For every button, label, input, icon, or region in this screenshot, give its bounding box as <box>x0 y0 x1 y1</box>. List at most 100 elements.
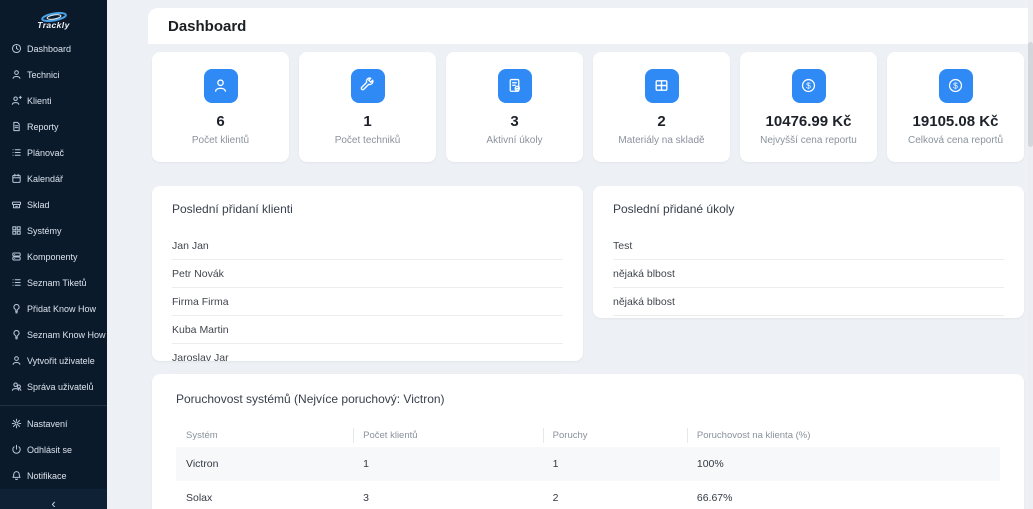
panels-row: Poslední přidaní klienti Jan Jan Petr No… <box>152 186 1024 372</box>
sidebar-item-dashboard[interactable]: Dashboard <box>0 36 107 62</box>
app-logo[interactable]: Trackly <box>0 0 107 36</box>
sidebar-item-label: Odhlásit se <box>27 444 73 455</box>
logout-power-icon <box>10 444 22 456</box>
stat-label: Celková cena reportů <box>907 134 1004 146</box>
client-list-item[interactable]: Jaroslav Jar <box>172 344 563 372</box>
table-header-row: Systém Počet klientů Poruchy Poruchovost… <box>176 424 1000 447</box>
sidebar-item-label: Nastavení <box>27 418 68 429</box>
sidebar-item-seznam-know-how[interactable]: Seznam Know How <box>0 322 107 348</box>
page-container: Dashboard 6 Počet klientů 1 Počet techni… <box>148 8 1033 509</box>
report-icon <box>10 121 22 133</box>
column-header-client-count[interactable]: Počet klientů <box>353 424 543 447</box>
stat-card-clients[interactable]: 6 Počet klientů <box>152 52 289 162</box>
sidebar-item-label: Reporty <box>27 121 59 132</box>
table-row-victron[interactable]: Victron 1 1 100% <box>176 447 1000 481</box>
clients-icon <box>10 95 22 107</box>
sidebar-item-klienti[interactable]: Klienti <box>0 88 107 114</box>
app-window: Trackly Dashboard Technici Klienti Repor… <box>0 0 1033 509</box>
column-header-system[interactable]: Systém <box>176 424 353 447</box>
stat-card-total-report-price[interactable]: $ 19105.08 Kč Celková cena reportů <box>887 52 1024 162</box>
fault-rate-table: Systém Počet klientů Poruchy Poruchovost… <box>176 424 1000 509</box>
sidebar-item-label: Systémy <box>27 225 62 236</box>
sidebar-item-vytvorit-uzivatele[interactable]: Vytvořit uživatele <box>0 348 107 374</box>
cell-client-count: 1 <box>363 458 369 470</box>
cell-system: Solax <box>186 492 213 504</box>
calendar-icon <box>10 173 22 185</box>
stat-label: Materiály na skladě <box>618 134 705 146</box>
stat-label: Nejvyšší cena reportu <box>760 134 857 146</box>
stat-card-max-report-price[interactable]: $ 10476.99 Kč Nejvyšší cena reportu <box>740 52 877 162</box>
task-list-item[interactable]: nějaká blbost <box>613 260 1004 288</box>
client-list-item[interactable]: Petr Novák <box>172 260 563 288</box>
systems-grid-icon <box>10 225 22 237</box>
sidebar-item-planovac[interactable]: Plánovač <box>0 140 107 166</box>
sidebar-item-label: Správa uživatelů <box>27 381 94 392</box>
scrollbar-thumb[interactable] <box>1028 42 1033 147</box>
stats-row: 6 Počet klientů 1 Počet techniků 3 Aktiv… <box>152 52 1024 162</box>
column-header-faults[interactable]: Poruchy <box>542 424 687 447</box>
recent-tasks-panel: Poslední přidané úkoly Test nějaká blbos… <box>593 186 1024 318</box>
page-title: Dashboard <box>168 18 247 35</box>
sidebar-item-sklad[interactable]: Sklad <box>0 192 107 218</box>
planner-list-icon <box>10 147 22 159</box>
stat-label: Aktivní úkoly <box>486 134 543 146</box>
sidebar-item-pridat-know-how[interactable]: Přidat Know How <box>0 296 107 322</box>
fault-rate-card: Poruchovost systémů (Nejvíce poruchový: … <box>152 374 1024 509</box>
technician-icon <box>10 69 22 81</box>
price-dollar-icon: $ <box>938 68 973 103</box>
sidebar-nav: Dashboard Technici Klienti Reporty Pláno… <box>0 36 107 489</box>
components-icon <box>10 251 22 263</box>
notifications-bell-icon <box>10 470 22 482</box>
task-list-item[interactable]: nějaká blbost <box>613 288 1004 316</box>
sidebar-item-sprava-uzivatelu[interactable]: Správa uživatelů <box>0 374 107 400</box>
client-list-item[interactable]: Jan Jan <box>172 232 563 260</box>
sidebar-item-label: Vytvořit uživatele <box>27 355 95 366</box>
sidebar-item-odhlasit-se[interactable]: Odhlásit se <box>0 437 107 463</box>
cell-fault-rate: 66.67% <box>696 492 733 504</box>
sidebar-item-technici[interactable]: Technici <box>0 62 107 88</box>
tasks-clipboard-icon <box>497 68 532 103</box>
cell-fault-rate: 100% <box>696 458 724 470</box>
stat-value: 3 <box>510 112 519 130</box>
recent-tasks-title: Poslední přidané úkoly <box>613 202 735 216</box>
manage-users-icon <box>10 381 22 393</box>
table-row-solax[interactable]: Solax 3 2 66.67% <box>176 481 1000 509</box>
sidebar-item-komponenty[interactable]: Komponenty <box>0 244 107 270</box>
stat-value: 10476.99 Kč <box>765 112 852 130</box>
warehouse-icon <box>10 199 22 211</box>
sidebar: Trackly Dashboard Technici Klienti Repor… <box>0 0 107 509</box>
svg-text:$: $ <box>806 80 811 90</box>
stat-value: 1 <box>363 112 372 130</box>
sidebar-item-label: Komponenty <box>27 251 78 262</box>
task-list-item[interactable]: Test <box>613 232 1004 260</box>
sidebar-item-label: Dashboard <box>27 43 72 54</box>
stat-card-active-tasks[interactable]: 3 Aktivní úkoly <box>446 52 583 162</box>
client-list-item[interactable]: Kuba Martin <box>172 316 563 344</box>
svg-text:$: $ <box>953 80 958 90</box>
settings-gear-icon <box>10 418 22 430</box>
cell-faults: 2 <box>552 492 559 504</box>
sidebar-divider <box>0 404 107 406</box>
sidebar-item-nastaveni[interactable]: Nastavení <box>0 411 107 437</box>
sidebar-footer: ‹ <box>0 488 107 509</box>
fault-rate-title: Poruchovost systémů (Nejvíce poruchový: … <box>176 392 445 406</box>
collapse-sidebar-icon[interactable]: ‹ <box>51 497 55 509</box>
create-user-icon <box>10 355 22 367</box>
sidebar-item-label: Klienti <box>27 95 52 106</box>
stat-card-materials[interactable]: 2 Materiály na skladě <box>593 52 730 162</box>
sidebar-item-systemy[interactable]: Systémy <box>0 218 107 244</box>
sidebar-item-label: Technici <box>27 69 60 80</box>
sidebar-item-kalendar[interactable]: Kalendář <box>0 166 107 192</box>
sidebar-item-reporty[interactable]: Reporty <box>0 114 107 140</box>
stat-card-technicians[interactable]: 1 Počet techniků <box>299 52 436 162</box>
client-list-item[interactable]: Firma Firma <box>172 288 563 316</box>
cell-faults: 1 <box>552 458 559 470</box>
recent-clients-panel: Poslední přidaní klienti Jan Jan Petr No… <box>152 186 583 372</box>
stat-value: 6 <box>216 112 225 130</box>
sidebar-item-notifikace[interactable]: Notifikace <box>0 463 107 489</box>
cell-client-count: 3 <box>363 492 369 504</box>
sidebar-item-seznam-tiketu[interactable]: Seznam Tiketů <box>0 270 107 296</box>
dashboard-icon <box>10 43 22 55</box>
sidebar-item-label: Seznam Tiketů <box>27 277 87 288</box>
column-header-fault-rate[interactable]: Poruchovost na klienta (%) <box>686 424 1000 447</box>
